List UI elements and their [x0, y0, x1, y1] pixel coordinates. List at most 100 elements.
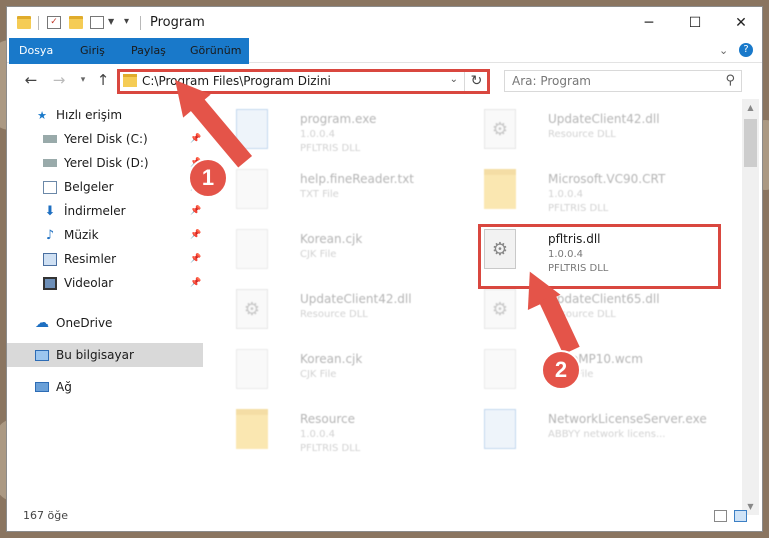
- file-detail: CJK File: [300, 249, 337, 260]
- dll-gear-icon: ⚙: [484, 289, 516, 329]
- sidebar-item-onedrive[interactable]: ☁ OneDrive: [7, 311, 203, 335]
- dll-gear-icon: ⚙: [236, 289, 268, 329]
- item-count: 167 öğe: [23, 509, 68, 522]
- dropdown-arrow-icon[interactable]: ▼: [108, 17, 114, 26]
- list-item[interactable]: ⚙ UpdateClient42.dll Resource DLL: [236, 285, 476, 343]
- large-icons-view-icon[interactable]: [734, 510, 747, 522]
- file-detail: TXT File: [300, 189, 339, 200]
- file-detail: ABBYY network licens...: [548, 429, 666, 440]
- file-icon: [484, 349, 516, 389]
- search-icon: ⚲: [725, 73, 735, 88]
- folder-icon: [484, 169, 516, 209]
- list-item[interactable]: Korean.cjk CJK File: [236, 345, 476, 403]
- list-item[interactable]: ⚙ UpdateClient42.dll Resource DLL: [484, 105, 724, 163]
- cloud-icon: ☁: [35, 315, 49, 331]
- scroll-thumb[interactable]: [744, 119, 757, 167]
- file-name: Korean.cjk: [300, 232, 363, 246]
- list-item[interactable]: Resource 1.0.0.4 PFLTRIS DLL: [236, 405, 476, 463]
- sidebar-item-label: Yerel Disk (C:): [64, 132, 148, 146]
- sidebar-item-pictures[interactable]: Resimler 📌: [7, 247, 203, 271]
- sidebar-item-documents[interactable]: Belgeler 📌: [7, 175, 203, 199]
- expand-ribbon-icon[interactable]: ⌄: [719, 44, 728, 57]
- music-icon: ♪: [45, 227, 55, 243]
- tab-share[interactable]: Paylaş: [121, 38, 176, 63]
- tab-view[interactable]: Görünüm: [180, 38, 251, 63]
- pin-icon[interactable]: 📌: [190, 278, 201, 288]
- sidebar-item-music[interactable]: ♪ Müzik 📌: [7, 223, 203, 247]
- file-detail: PFLTRIS DLL: [548, 203, 609, 214]
- list-item[interactable]: NetworkLicenseServer.exe ABBYY network l…: [484, 405, 724, 463]
- sidebar-item-label: Ağ: [56, 380, 72, 394]
- search-input[interactable]: Ara: Program ⚲: [504, 70, 742, 92]
- pin-icon[interactable]: 📌: [190, 206, 201, 216]
- sidebar-item-this-pc[interactable]: Bu bilgisayar: [7, 343, 203, 367]
- view-icon[interactable]: [90, 16, 104, 29]
- scroll-up-icon[interactable]: ▲: [742, 99, 759, 116]
- pin-icon[interactable]: 📌: [190, 230, 201, 240]
- file-name: help.fineReader.txt: [300, 172, 414, 186]
- sidebar-item-disk-c[interactable]: Yerel Disk (C:) 📌: [7, 127, 203, 151]
- file-detail: PFLTRIS DLL: [300, 443, 361, 454]
- file-detail: PFLTRIS DLL: [300, 143, 361, 154]
- file-icon: [236, 229, 268, 269]
- sidebar-item-label: Resimler: [64, 252, 117, 266]
- explorer-window: ✓ ▼ ▾ Program ─ ☐ ✕ Dosya Giriş Paylaş G…: [6, 6, 763, 532]
- new-folder-icon[interactable]: [69, 16, 83, 29]
- computer-icon: [35, 349, 49, 361]
- properties-icon[interactable]: ✓: [47, 16, 61, 29]
- disk-icon: [43, 159, 57, 167]
- pin-icon[interactable]: 📌: [190, 134, 201, 144]
- sidebar-item-label: Bu bilgisayar: [56, 348, 134, 362]
- file-name: UpdateClient42.dll: [300, 292, 412, 306]
- list-item[interactable]: help.fineReader.txt TXT File: [236, 165, 476, 223]
- step-badge-2: 2: [541, 350, 581, 390]
- star-icon: ★: [37, 108, 47, 122]
- file-name: NetworkLicenseServer.exe: [548, 412, 707, 426]
- file-name: Microsoft.VC90.CRT: [548, 172, 666, 186]
- title-bar: ✓ ▼ ▾ Program ─ ☐ ✕: [7, 7, 762, 38]
- navigation-pane: ★ Hızlı erişim Yerel Disk (C:) 📌 Yerel D…: [7, 103, 203, 507]
- file-icon: [236, 349, 268, 389]
- forward-button[interactable]: →: [49, 70, 69, 90]
- list-item[interactable]: Microsoft.VC90.CRT 1.0.0.4 PFLTRIS DLL: [484, 165, 724, 223]
- pin-icon[interactable]: 📌: [190, 254, 201, 264]
- ribbon: Dosya Giriş Paylaş Görünüm ⌄ ?: [7, 38, 762, 96]
- videos-icon: [43, 276, 57, 290]
- list-item[interactable]: program.exe 1.0.0.4 PFLTRIS DLL: [236, 105, 476, 163]
- sidebar-item-label: İndirmeler: [64, 204, 126, 218]
- file-name: Korean.cjk: [300, 352, 363, 366]
- separator: [140, 16, 141, 30]
- sidebar-item-label: Belgeler: [64, 180, 114, 194]
- back-button[interactable]: ←: [21, 70, 41, 90]
- file-detail: 1.0.0.4: [548, 189, 583, 200]
- sidebar-item-label: Videolar: [64, 276, 114, 290]
- recent-locations-icon[interactable]: ▾: [73, 70, 93, 90]
- network-icon: [35, 382, 49, 392]
- details-view-icon[interactable]: [714, 510, 727, 522]
- maximize-button[interactable]: ☐: [672, 7, 718, 38]
- status-bar: 167 öğe: [7, 504, 762, 528]
- sidebar-item-videos[interactable]: Videolar 📌: [7, 271, 203, 295]
- navigation-bar: ← → ▾ ↑ C:\Program Files\Program Dizini …: [7, 64, 762, 96]
- help-icon[interactable]: ?: [739, 43, 753, 57]
- separator: [38, 16, 39, 30]
- vertical-scrollbar[interactable]: ▲ ▼: [742, 99, 759, 515]
- list-item[interactable]: SnapMP10.wcm WCM File: [484, 345, 724, 403]
- sidebar-item-downloads[interactable]: ⬇ İndirmeler 📌: [7, 199, 203, 223]
- sidebar-item-label: Hızlı erişim: [56, 108, 123, 122]
- folder-icon: [17, 16, 31, 29]
- file-name: UpdateClient65.dll: [548, 292, 660, 306]
- exe-icon: [484, 409, 516, 449]
- up-button[interactable]: ↑: [93, 70, 113, 90]
- tab-home[interactable]: Giriş: [70, 38, 115, 63]
- sidebar-item-disk-d[interactable]: Yerel Disk (D:) 📌: [7, 151, 203, 175]
- file-list: program.exe 1.0.0.4 PFLTRIS DLL help.fin…: [212, 99, 743, 515]
- list-item[interactable]: Korean.cjk CJK File: [236, 225, 476, 283]
- file-detail: 1.0.0.4: [300, 129, 335, 140]
- sidebar-item-network[interactable]: Ağ: [7, 375, 203, 399]
- close-button[interactable]: ✕: [718, 7, 764, 38]
- folder-icon: [236, 409, 268, 449]
- minimize-button[interactable]: ─: [626, 7, 672, 38]
- customize-qat-icon[interactable]: ▾: [124, 16, 129, 27]
- file-detail: Resource DLL: [300, 309, 368, 320]
